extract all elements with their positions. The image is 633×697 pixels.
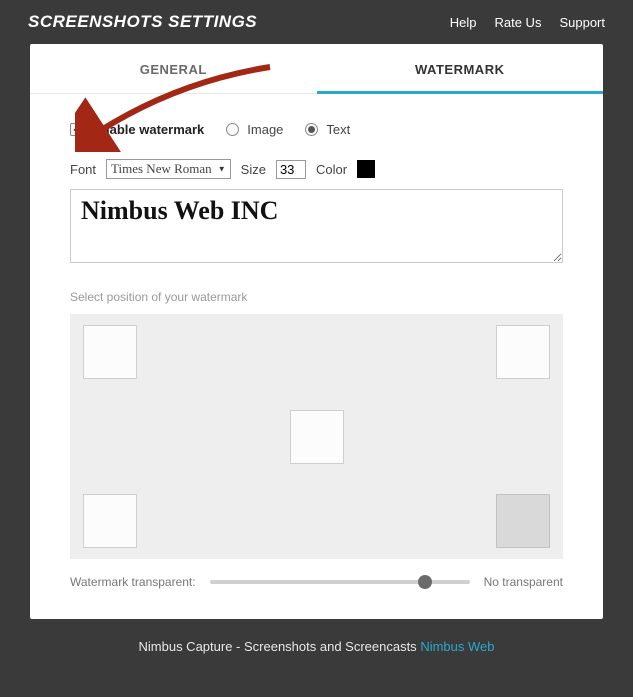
position-top-left[interactable] xyxy=(83,325,137,379)
header-links: Help Rate Us Support xyxy=(450,15,605,30)
app-header: SCREENSHOTS SETTINGS Help Rate Us Suppor… xyxy=(0,0,633,44)
support-link[interactable]: Support xyxy=(559,15,605,30)
transparency-right-label: No transparent xyxy=(484,575,563,589)
font-label: Font xyxy=(70,162,96,177)
transparency-label: Watermark transparent: xyxy=(70,575,196,589)
position-label: Select position of your watermark xyxy=(70,290,563,304)
tabs: GENERAL WATERMARK xyxy=(30,44,603,94)
rate-us-link[interactable]: Rate Us xyxy=(494,15,541,30)
watermark-type-image-label: Image xyxy=(247,122,283,137)
watermark-type-text-label: Text xyxy=(326,122,350,137)
color-swatch[interactable] xyxy=(357,160,375,178)
watermark-type-text-radio[interactable] xyxy=(305,123,318,136)
position-bottom-left[interactable] xyxy=(83,494,137,548)
position-grid xyxy=(70,314,563,559)
watermark-type-image-radio[interactable] xyxy=(226,123,239,136)
tab-content: Enable watermark Image Text Font Times N… xyxy=(30,94,603,599)
position-center[interactable] xyxy=(290,410,344,464)
slider-thumb[interactable] xyxy=(418,575,432,589)
help-link[interactable]: Help xyxy=(450,15,477,30)
watermark-text-input[interactable] xyxy=(70,189,563,263)
tab-watermark[interactable]: WATERMARK xyxy=(317,44,604,93)
enable-watermark-label: Enable watermark xyxy=(93,122,204,137)
enable-watermark-checkbox[interactable] xyxy=(70,123,83,136)
position-top-right[interactable] xyxy=(496,325,550,379)
settings-panel: GENERAL WATERMARK Enable watermark Image… xyxy=(30,44,603,619)
transparency-row: Watermark transparent: No transparent xyxy=(70,575,563,589)
footer-link[interactable]: Nimbus Web xyxy=(420,639,494,654)
font-select[interactable]: Times New Roman xyxy=(106,159,231,179)
transparency-slider[interactable] xyxy=(210,575,470,589)
size-input[interactable] xyxy=(276,160,306,179)
position-bottom-right[interactable] xyxy=(496,494,550,548)
tab-general[interactable]: GENERAL xyxy=(30,44,317,93)
font-row: Font Times New Roman Size Color xyxy=(70,159,563,179)
page-title: SCREENSHOTS SETTINGS xyxy=(28,12,257,32)
color-label: Color xyxy=(316,162,347,177)
footer-text: Nimbus Capture - Screenshots and Screenc… xyxy=(139,639,421,654)
footer: Nimbus Capture - Screenshots and Screenc… xyxy=(0,619,633,664)
enable-row: Enable watermark Image Text xyxy=(70,122,563,137)
size-label: Size xyxy=(241,162,266,177)
